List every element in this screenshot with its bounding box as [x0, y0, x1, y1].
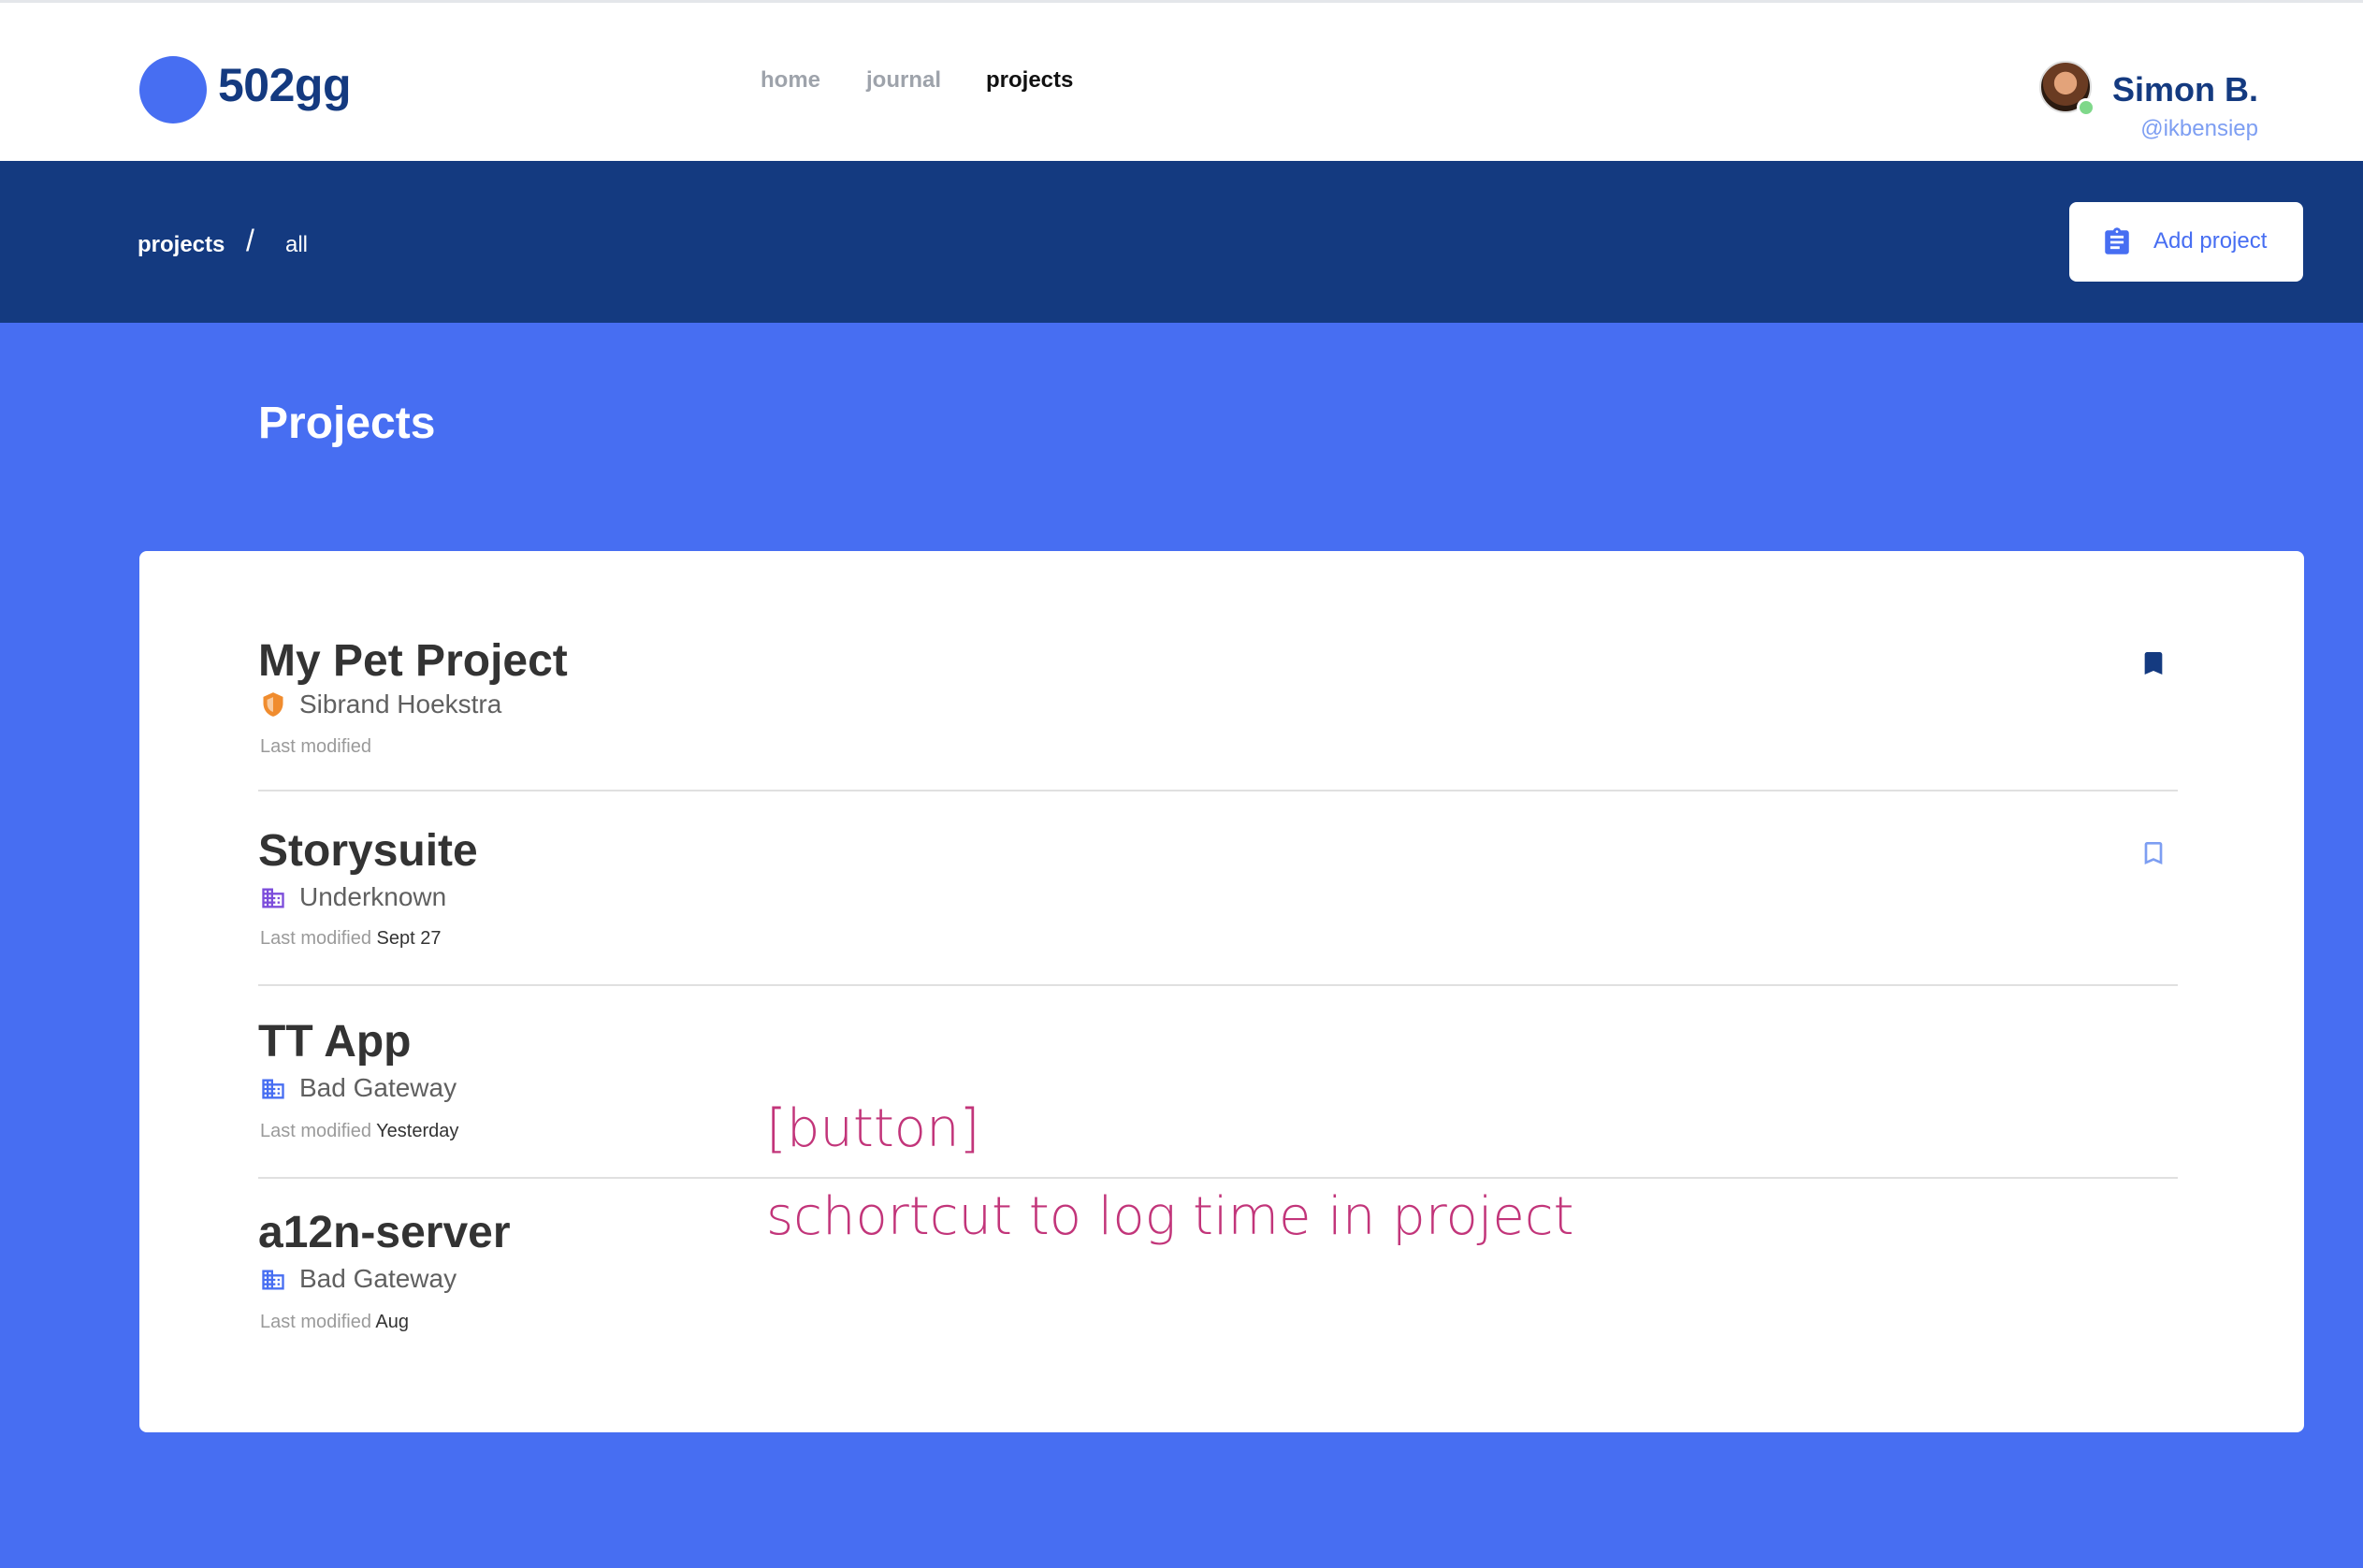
avatar[interactable]: [2039, 61, 2095, 117]
project-title[interactable]: Storysuite: [258, 825, 478, 878]
add-project-label: Add project: [2153, 228, 2268, 254]
project-owner: Sibrand Hoekstra: [299, 690, 502, 719]
project-owner: Underknown: [299, 882, 447, 911]
row-divider: [258, 1177, 2178, 1179]
project-owner: Bad Gateway: [299, 1073, 457, 1102]
building-icon: [262, 1270, 284, 1290]
breadcrumb-separator: /: [246, 224, 254, 257]
project-title[interactable]: TT App: [258, 1016, 412, 1068]
breadcrumb-bar: projects / all Add project: [0, 161, 2363, 323]
top-bar: 502gg home journal projects Simon B. @ik…: [0, 0, 2363, 161]
bookmark-outline-icon[interactable]: [2138, 836, 2168, 870]
breadcrumb-current: all: [285, 232, 309, 257]
nav-projects[interactable]: projects: [986, 66, 1073, 94]
logo-icon[interactable]: [139, 56, 207, 123]
user-name[interactable]: Simon B.: [2112, 70, 2258, 109]
project-row[interactable]: My Pet Project Sibrand Hoekstra Last mod…: [258, 635, 2178, 757]
nav-home[interactable]: home: [761, 66, 820, 94]
row-divider: [258, 790, 2178, 791]
clipboard-icon: [2105, 227, 2129, 254]
shield-icon: [263, 692, 283, 717]
project-modified: Last modified Aug: [260, 1312, 410, 1332]
bookmark-filled-icon[interactable]: [2138, 646, 2168, 680]
project-row[interactable]: TT App Bad Gateway Last modified Yesterd…: [258, 1016, 2178, 1141]
user-handle: @ikbensiep: [2140, 116, 2258, 141]
nav-journal[interactable]: journal: [866, 66, 941, 94]
projects-card: My Pet Project Sibrand Hoekstra Last mod…: [139, 551, 2304, 1432]
page-title: Projects: [258, 399, 436, 448]
annotation-shortcut-note: schortcut to log time in project: [766, 1186, 1574, 1247]
add-project-button[interactable]: Add project: [2069, 202, 2303, 282]
online-status-dot: [2077, 98, 2095, 117]
building-icon: [262, 888, 284, 908]
project-title[interactable]: My Pet Project: [258, 635, 568, 688]
project-modified: Last modified: [260, 736, 371, 757]
annotation-button-note: [button]: [766, 1098, 980, 1159]
project-title[interactable]: a12n-server: [258, 1207, 511, 1259]
row-divider: [258, 984, 2178, 986]
project-modified: Last modified Sept 27: [260, 928, 442, 949]
project-owner: Bad Gateway: [299, 1264, 457, 1293]
breadcrumb-projects[interactable]: projects: [138, 231, 225, 259]
project-modified: Last modified Yesterday: [260, 1121, 459, 1141]
project-row[interactable]: Storysuite Underknown Last modified Sept…: [258, 825, 2178, 949]
logo-text[interactable]: 502gg: [218, 57, 352, 113]
building-icon: [262, 1079, 284, 1099]
